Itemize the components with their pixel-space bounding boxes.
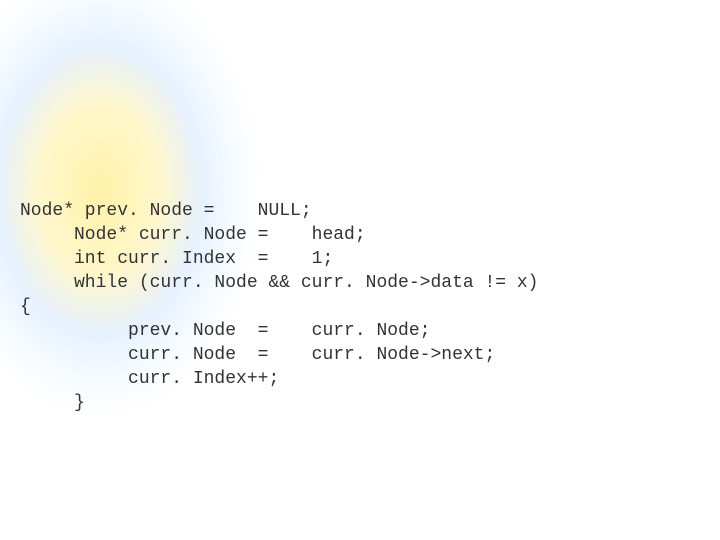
code-line: int curr. Index = 1; bbox=[20, 249, 333, 269]
code-line: Node* prev. Node = NULL; bbox=[20, 201, 312, 221]
code-line: } bbox=[20, 393, 85, 413]
code-line: curr. Index++; bbox=[20, 369, 279, 389]
code-block: Node* prev. Node = NULL; Node* curr. Nod… bbox=[20, 175, 538, 415]
code-line: while (curr. Node && curr. Node->data !=… bbox=[20, 273, 538, 293]
code-line: Node* curr. Node = head; bbox=[20, 225, 366, 245]
code-line: prev. Node = curr. Node; bbox=[20, 321, 430, 341]
code-line: curr. Node = curr. Node->next; bbox=[20, 345, 495, 365]
code-line: { bbox=[20, 297, 31, 317]
